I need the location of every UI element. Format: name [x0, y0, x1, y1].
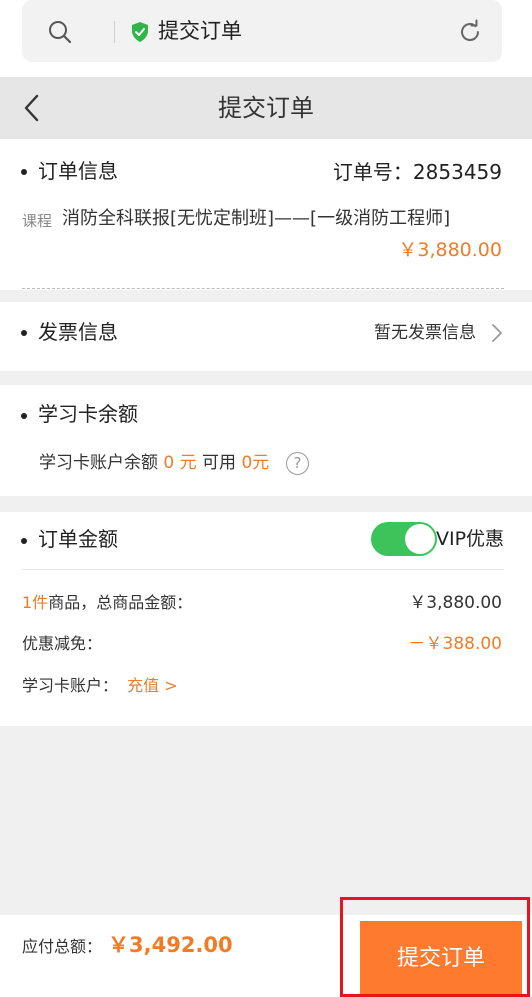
- chevron-right-icon[interactable]: [491, 323, 503, 343]
- balance-label: 学习卡账户余额: [39, 453, 158, 473]
- study-card-balance: 学习卡账户余额 0 元 可用 0元: [39, 450, 269, 476]
- invoice-title: 发票信息: [38, 320, 118, 344]
- shield-icon: [132, 22, 148, 42]
- total-label: 应付总额：: [22, 937, 103, 956]
- toggle-knob: [405, 524, 435, 554]
- address-separator: [114, 21, 115, 43]
- card-account-label: 学习卡账户：: [22, 676, 119, 695]
- study-card-title: 学习卡余额: [38, 402, 138, 426]
- order-amount-title: 订单金额: [38, 527, 118, 551]
- address-bar[interactable]: 提交订单: [22, 0, 502, 62]
- recharge-link[interactable]: 充值 >: [127, 676, 178, 695]
- page-title: 提交订单: [218, 94, 314, 122]
- course-price: ￥3,880.00: [398, 239, 502, 261]
- order-number-label: 订单号：: [332, 160, 413, 184]
- course-tag: 课程: [22, 212, 53, 230]
- vip-label: VIP优惠: [436, 528, 505, 550]
- amount-divider: [22, 569, 504, 570]
- items-count: 1件: [22, 593, 49, 612]
- course-name: 消防全科联报[无忧定制班]——[一级消防工程师]: [62, 208, 451, 229]
- order-number: 订单号：2853459: [333, 158, 502, 186]
- bullet-dot: [21, 538, 27, 544]
- available-label: 可用: [202, 453, 237, 473]
- submit-order-button[interactable]: 提交订单: [360, 921, 522, 995]
- search-icon[interactable]: [48, 20, 72, 44]
- reload-icon[interactable]: [457, 19, 483, 45]
- card-account-row: 学习卡账户： 充值 >: [22, 674, 178, 698]
- balance-value: 0 元: [163, 453, 197, 473]
- address-title: 提交订单: [158, 19, 242, 43]
- dashed-divider: [22, 288, 504, 289]
- help-icon[interactable]: ?: [286, 452, 309, 475]
- invoice-value[interactable]: 暂无发票信息: [374, 320, 476, 346]
- order-number-value: 2853459: [412, 160, 502, 184]
- bullet-dot: [21, 330, 27, 336]
- items-summary-label: 1件商品，总商品金额：: [22, 591, 192, 615]
- discount-value: －￥388.00: [408, 634, 502, 654]
- browser-toolbar: 提交订单: [0, 0, 532, 77]
- available-value: 0元: [241, 453, 270, 473]
- bullet-dot: [21, 413, 27, 419]
- discount-label: 优惠减免：: [22, 634, 103, 653]
- items-total: ￥3,880.00: [409, 593, 502, 613]
- nav-bar: 提交订单: [0, 77, 532, 139]
- order-info-title: 订单信息: [38, 159, 118, 183]
- total-value: ￥3,492.00: [108, 933, 233, 957]
- vip-toggle[interactable]: [371, 522, 437, 556]
- bullet-dot: [21, 169, 27, 175]
- items-label: 商品，总商品金额：: [48, 593, 193, 612]
